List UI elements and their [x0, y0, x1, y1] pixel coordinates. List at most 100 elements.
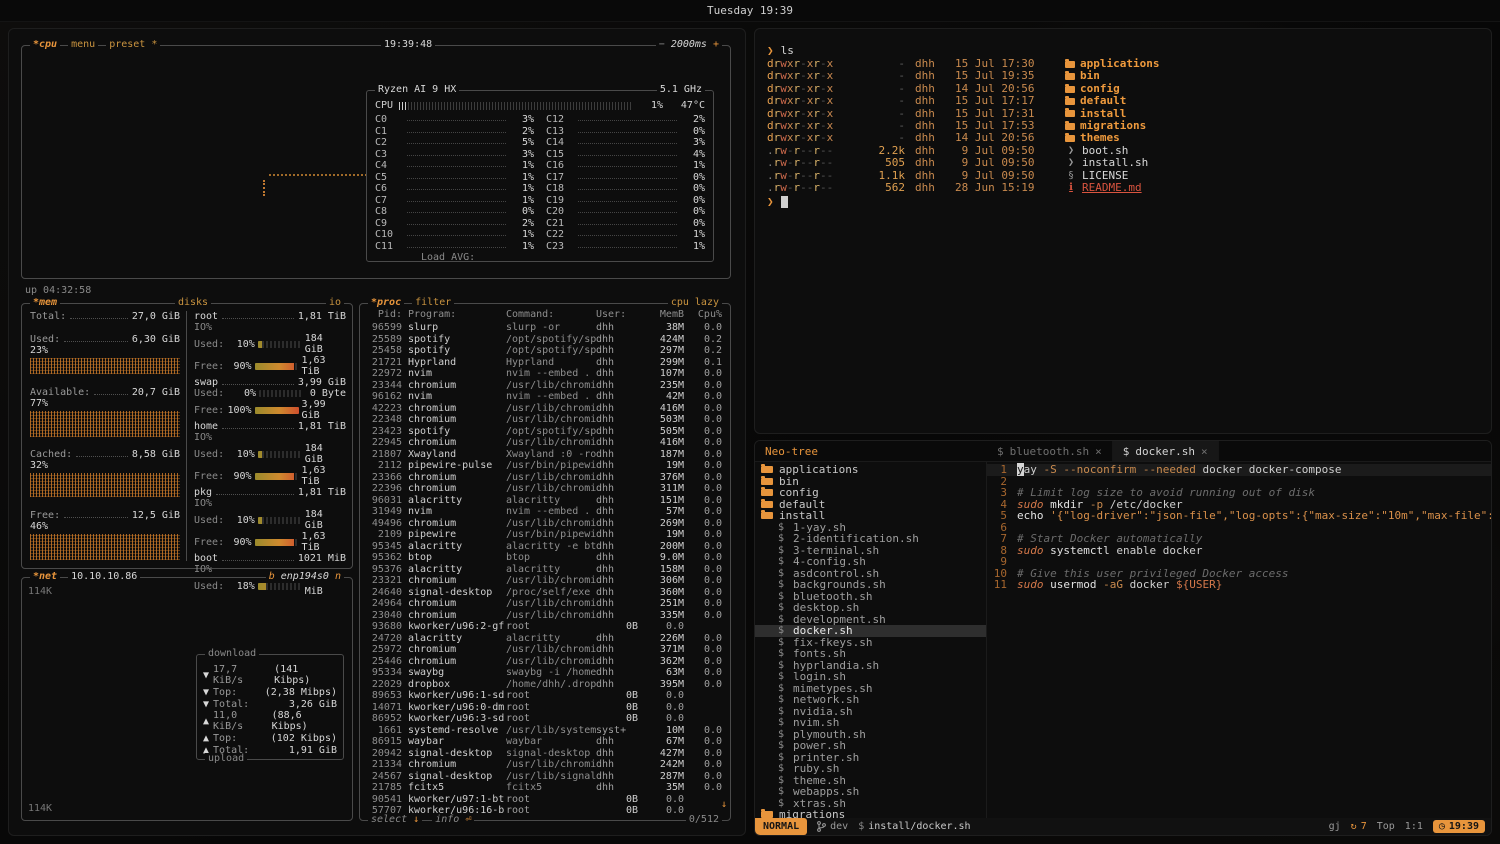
process-row[interactable]: 22945 chromium /usr/lib/chromium/ dhh 41… — [366, 437, 722, 449]
tree-item[interactable]: applications — [755, 464, 986, 476]
tree-item[interactable]: $ webapps.sh — [755, 786, 986, 798]
core-meter — [578, 127, 677, 133]
scroll-down-icon[interactable]: ↓ — [721, 799, 727, 810]
menu-button[interactable]: menu — [68, 39, 98, 51]
info-hint[interactable]: info ⏎ — [432, 814, 474, 826]
git-branch: dev — [817, 821, 848, 832]
tree-item[interactable]: $ 2-identification.sh — [755, 533, 986, 545]
tree-item[interactable]: $ 3-terminal.sh — [755, 545, 986, 557]
process-row[interactable]: 96031 alacritty alacritty dhh 151M 0.0 — [366, 495, 722, 507]
process-row[interactable]: 95362 btop btop dhh 9.0M 0.0 — [366, 552, 722, 564]
buffer-tab[interactable]: $ docker.sh × — [1113, 441, 1219, 461]
process-row[interactable]: 22972 nvim nvim --embed . dhh 107M 0.0 — [366, 368, 722, 380]
terminal-cursor[interactable] — [781, 196, 788, 208]
process-row[interactable]: 31949 nvim nvim --embed . dhh 57M 0.0 — [366, 506, 722, 518]
process-row[interactable]: 14071 kworker/u96:0-dm root 0B 0.0 — [366, 702, 722, 714]
process-row[interactable]: 23366 chromium /usr/lib/chromium/ dhh 37… — [366, 472, 722, 484]
process-row[interactable]: 95334 swaybg swaybg -i /home/dh dhh 63M … — [366, 667, 722, 679]
process-row[interactable]: 23423 spotify /opt/spotify/spoti dhh 505… — [366, 426, 722, 438]
process-row[interactable]: 24567 signal-desktop /usr/lib/signal-de … — [366, 771, 722, 783]
process-row[interactable]: 93680 kworker/u96:2-gf root 0B 0.0 — [366, 621, 722, 633]
cpu-core-row: C11 1% — [375, 241, 534, 253]
process-row[interactable]: 25589 spotify /opt/spotify/spoti dhh 424… — [366, 334, 722, 346]
process-row[interactable]: 21334 chromium /usr/lib/chromium/ dhh 24… — [366, 759, 722, 771]
disks-toggle[interactable]: disks — [175, 297, 211, 309]
branch-icon — [817, 821, 826, 832]
tree-item[interactable]: $ nvidia.sh — [755, 706, 986, 718]
process-row[interactable]: 2112 pipewire-pulse /usr/bin/pipewire- d… — [366, 460, 722, 472]
tree-item[interactable]: $ theme.sh — [755, 775, 986, 787]
line-number: 3 — [987, 487, 1017, 499]
process-row[interactable]: 23040 chromium /usr/lib/chromium/ dhh 33… — [366, 610, 722, 622]
process-row[interactable]: 96599 slurp slurp -or dhh 38M 0.0 — [366, 322, 722, 334]
interval-minus-button[interactable]: − — [659, 39, 665, 50]
process-row[interactable]: 96162 nvim nvim --embed . dhh 42M 0.0 — [366, 391, 722, 403]
process-row[interactable]: 24720 alacritty alacritty dhh 226M 0.0 — [366, 633, 722, 645]
process-row[interactable]: 42223 chromium /usr/lib/chromium . dhh 4… — [366, 403, 722, 415]
upload-stat-row: ▲ Top: (102 Kibps) — [203, 733, 337, 744]
process-row[interactable]: 90541 kworker/u97:1-bt root 0B 0.0 — [366, 794, 722, 806]
sort-mode-button[interactable]: cpu lazy — [668, 297, 722, 309]
process-row[interactable]: 1661 systemd-resolve /usr/lib/systemd/s … — [366, 725, 722, 737]
tree-item[interactable]: $ fonts.sh — [755, 648, 986, 660]
editor-line[interactable]: 1 yay -S --noconfirm --needed docker doc… — [987, 464, 1491, 476]
io-toggle[interactable]: io — [326, 297, 344, 309]
process-row[interactable]: 22029 dropbox /home/dhh/.dropbox dhh 395… — [366, 679, 722, 691]
process-row[interactable]: 23344 chromium /usr/lib/chromium/ dhh 23… — [366, 380, 722, 392]
core-meter — [407, 207, 506, 213]
process-row[interactable]: 23321 chromium /usr/lib/chromium/ dhh 30… — [366, 575, 722, 587]
tree-item[interactable]: $ backgrounds.sh — [755, 579, 986, 591]
interval-plus-button[interactable]: + — [713, 39, 719, 50]
process-row[interactable]: 21785 fcitx5 fcitx5 dhh 35M 0.0 — [366, 782, 722, 794]
process-row[interactable]: 95376 alacritty alacritty dhh 158M 0.0 — [366, 564, 722, 576]
tree-item[interactable]: $ docker.sh — [755, 625, 986, 637]
buffer-tab[interactable]: $ bluetooth.sh × — [987, 441, 1113, 461]
process-row[interactable]: 21807 Xwayland Xwayland :0 -rootl dhh 18… — [366, 449, 722, 461]
editor-line[interactable]: 5 echo '{"log-driver":"json-file","log-o… — [987, 510, 1491, 522]
process-row[interactable]: 86915 waybar waybar dhh 67M 0.0 — [366, 736, 722, 748]
process-row[interactable]: 21721 Hyprland Hyprland dhh 299M 0.1 — [366, 357, 722, 369]
process-row[interactable]: 89653 kworker/u96:1-sd root 0B 0.0 — [366, 690, 722, 702]
process-row[interactable]: 95345 alacritty alacritty -e btop dhh 20… — [366, 541, 722, 553]
tree-item[interactable]: $ network.sh — [755, 694, 986, 706]
cpu-core-row: C12 2% — [546, 114, 705, 126]
process-row[interactable]: 25446 chromium /usr/lib/chromium/ dhh 36… — [366, 656, 722, 668]
process-row[interactable]: 2109 pipewire /usr/bin/pipewire dhh 19M … — [366, 529, 722, 541]
close-tab-icon[interactable]: × — [1201, 445, 1208, 458]
process-row[interactable]: 20942 signal-desktop signal-desktop -- d… — [366, 748, 722, 760]
tree-item[interactable]: config — [755, 487, 986, 499]
process-row[interactable]: 22348 chromium /usr/lib/chromium . dhh 5… — [366, 414, 722, 426]
tree-item[interactable]: $ hyprlandia.sh — [755, 660, 986, 672]
process-row[interactable]: 24964 chromium /usr/lib/chromium/ dhh 25… — [366, 598, 722, 610]
tree-item[interactable]: $ bluetooth.sh — [755, 591, 986, 603]
tree-item[interactable]: $ fix-fkeys.sh — [755, 637, 986, 649]
process-row[interactable]: 49496 chromium /usr/lib/chromium/ dhh 26… — [366, 518, 722, 530]
process-row[interactable]: 86952 kworker/u96:3-sd root 0B 0.0 — [366, 713, 722, 725]
cpu-total-pct: 1% — [637, 100, 663, 111]
tree-item[interactable]: $ printer.sh — [755, 752, 986, 764]
tree-item[interactable]: migrations — [755, 809, 986, 818]
tree-item[interactable]: install — [755, 510, 986, 522]
tree-item[interactable]: $ plymouth.sh — [755, 729, 986, 741]
process-row[interactable]: 25972 chromium /usr/lib/chromium/ dhh 37… — [366, 644, 722, 656]
process-row[interactable]: 25458 spotify /opt/spotify/spoti dhh 297… — [366, 345, 722, 357]
tree-item[interactable]: $ ruby.sh — [755, 763, 986, 775]
tree-item[interactable]: $ power.sh — [755, 740, 986, 752]
close-tab-icon[interactable]: × — [1095, 445, 1102, 458]
process-row[interactable]: 22396 chromium /usr/lib/chromium/ dhh 31… — [366, 483, 722, 495]
editor-line[interactable]: 8 sudo systemctl enable docker — [987, 545, 1491, 557]
process-row[interactable]: 24640 signal-desktop /proc/self/exe --t … — [366, 587, 722, 599]
iface-next-button[interactable]: n — [335, 571, 341, 582]
tree-item[interactable]: $ desktop.sh — [755, 602, 986, 614]
tree-item[interactable]: $ mimetypes.sh — [755, 683, 986, 695]
iface-prev-button[interactable]: b — [269, 571, 275, 582]
select-hint[interactable]: select ↓ — [368, 814, 422, 826]
tree-item[interactable]: $ 4-config.sh — [755, 556, 986, 568]
editor-line[interactable]: 11 sudo usermod -aG docker ${USER} — [987, 579, 1491, 591]
tree-item[interactable]: $ nvim.sh — [755, 717, 986, 729]
preset-button[interactable]: preset * — [106, 39, 160, 51]
down-arrow-icon: ▼ — [203, 687, 209, 698]
tree-item[interactable]: $ login.sh — [755, 671, 986, 683]
filter-button[interactable]: filter — [412, 297, 454, 309]
tree-item[interactable]: $ development.sh — [755, 614, 986, 626]
